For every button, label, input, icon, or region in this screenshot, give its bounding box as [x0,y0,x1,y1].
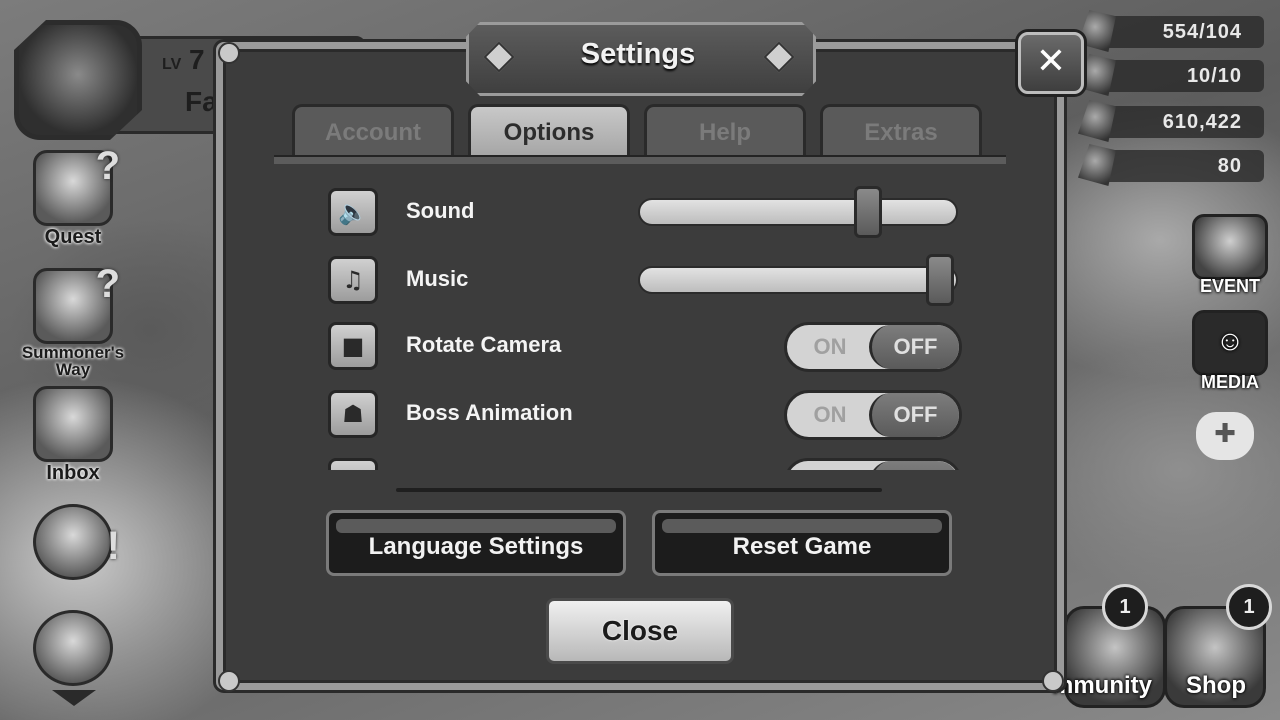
question-mark-icon: ? [95,262,120,306]
player-level: LV 7 [162,44,205,76]
tab-options[interactable]: Options [468,104,630,156]
shop-bundle-button[interactable]: ! [18,504,128,580]
button-shine [336,519,616,533]
option-icon [328,458,378,470]
shop-label: Shop [1186,672,1246,699]
inbox-label: Inbox [46,462,100,484]
treasure-icon [33,610,113,686]
option-toggle[interactable] [784,458,962,470]
quest-label: Quest [44,226,102,248]
player-avatar[interactable] [14,20,142,140]
option-row-boss-animation: ☗ Boss Animation ON OFF [328,390,968,440]
reset-game-button[interactable]: Reset Game [652,510,952,576]
mana-counter[interactable]: 610,422 [1078,100,1264,142]
option-row-partial [328,458,968,470]
energy-value: 554/104 [1162,21,1242,43]
inbox-chest-icon [33,386,113,462]
button-shine [662,519,942,533]
event-label: EVENT [1199,276,1260,296]
level-prefix: LV [162,56,182,73]
toggle-off-segment[interactable] [869,461,959,470]
sound-slider-thumb[interactable] [853,186,882,238]
corner-rivet [218,42,240,64]
scroll-down-arrow-icon[interactable] [52,690,96,706]
music-label: Music [406,266,469,291]
event-button[interactable]: EVENT [1186,214,1274,297]
summoners-way-label: Summoner's Way [21,343,125,379]
inbox-button[interactable]: Inbox [18,386,128,485]
toggle-on-label[interactable]: ON [787,325,873,369]
boss-face-icon: ☗ [328,390,378,438]
music-slider[interactable] [638,254,958,306]
tab-divider [274,155,1006,164]
option-row-rotate-camera: ■ Rotate Camera ON OFF [328,322,968,372]
crystal-value: 80 [1217,155,1242,177]
corner-rivet [218,670,240,692]
tab-help[interactable]: Help [644,104,806,156]
list-divider [396,488,882,492]
close-button[interactable]: Close [546,598,734,664]
option-row-music: ♫ Music [328,254,968,306]
level-value: 7 [189,44,205,75]
media-label: MEDIA [1201,372,1259,392]
treasure-button[interactable] [18,610,128,686]
option-row-sound: 🔈 Sound [328,186,968,238]
speaker-icon: 🔈 [328,188,378,236]
dialog-title: Settings [580,38,696,70]
media-button[interactable]: ☺ MEDIA [1186,310,1274,393]
quest-button[interactable]: ? Quest [18,144,128,249]
sound-label: Sound [406,198,475,223]
toggle-off-label[interactable]: OFF [869,393,959,437]
event-gift-icon [1192,214,1268,280]
summoners-way-button[interactable]: ? Summoner's Way [18,262,128,379]
question-mark-icon: ? [95,144,120,188]
camera-icon: ■ [328,322,378,370]
mana-value: 610,422 [1162,111,1242,133]
bundle-icon [33,504,113,580]
community-notification-badge: 1 [1102,584,1148,630]
crystal-counter[interactable]: 80 [1078,144,1264,186]
toggle-off-label[interactable]: OFF [869,325,959,369]
toggle-on-label[interactable]: ON [787,393,873,437]
arena-wing-value: 10/10 [1186,65,1242,87]
reset-game-label: Reset Game [732,533,872,560]
music-slider-thumb[interactable] [926,254,955,306]
exclamation-icon: ! [106,524,120,568]
boss-animation-toggle[interactable]: ON OFF [784,390,962,440]
language-settings-label: Language Settings [368,533,584,560]
close-icon[interactable]: ✕ [1018,32,1084,94]
shop-notification-badge: 1 [1226,584,1272,630]
rotate-camera-toggle[interactable]: ON OFF [784,322,962,372]
arena-wing-counter[interactable]: 10/10 [1078,54,1264,96]
community-label: mmunity [1052,672,1153,699]
player-name: Fa [185,86,218,117]
tv-smile-icon: ☺ [1192,310,1268,376]
music-note-icon: ♫ [328,256,378,304]
corner-rivet [1042,670,1064,692]
energy-counter[interactable]: 554/104 [1078,10,1264,52]
sound-slider[interactable] [638,186,958,238]
language-settings-button[interactable]: Language Settings [326,510,626,576]
tab-extras[interactable]: Extras [820,104,982,156]
tab-account[interactable]: Account [292,104,454,156]
boss-animation-label: Boss Animation [406,400,573,425]
gamepad-icon[interactable]: ✚ [1196,412,1254,460]
rotate-camera-label: Rotate Camera [406,332,562,357]
